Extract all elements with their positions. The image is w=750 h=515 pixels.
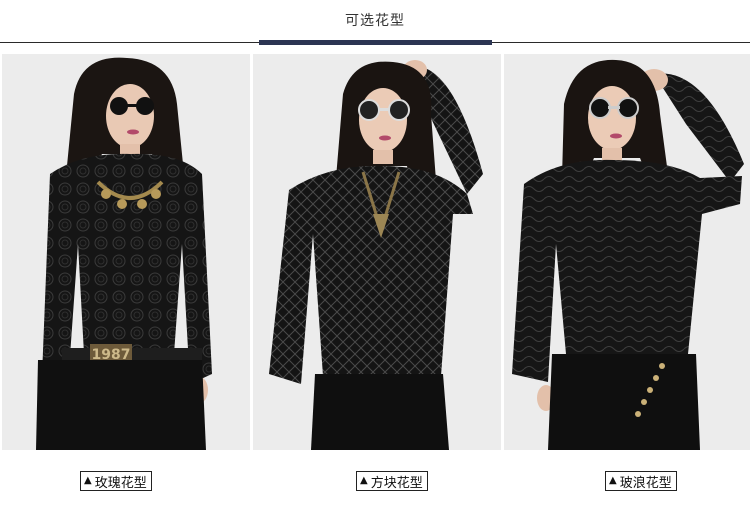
section-title: 可选花型 bbox=[345, 13, 405, 29]
triangle-up-icon: ▲ bbox=[360, 475, 368, 486]
option-label-text: 玫瑰花型 bbox=[94, 475, 147, 491]
product-photo-square bbox=[253, 54, 501, 450]
option-label-rose: ▲ 玫瑰花型 bbox=[80, 471, 152, 491]
product-photo-rose: 1987 bbox=[2, 54, 250, 450]
option-label-text: 方块花型 bbox=[370, 475, 423, 491]
triangle-up-icon: ▲ bbox=[609, 475, 617, 486]
option-label-text: 玻浪花型 bbox=[619, 475, 672, 491]
option-label-square: ▲ 方块花型 bbox=[356, 471, 428, 491]
triangle-up-icon: ▲ bbox=[84, 475, 92, 486]
product-photo-wave bbox=[504, 54, 750, 450]
option-label-wave: ▲ 玻浪花型 bbox=[605, 471, 677, 491]
header-accent-bar bbox=[259, 40, 492, 45]
